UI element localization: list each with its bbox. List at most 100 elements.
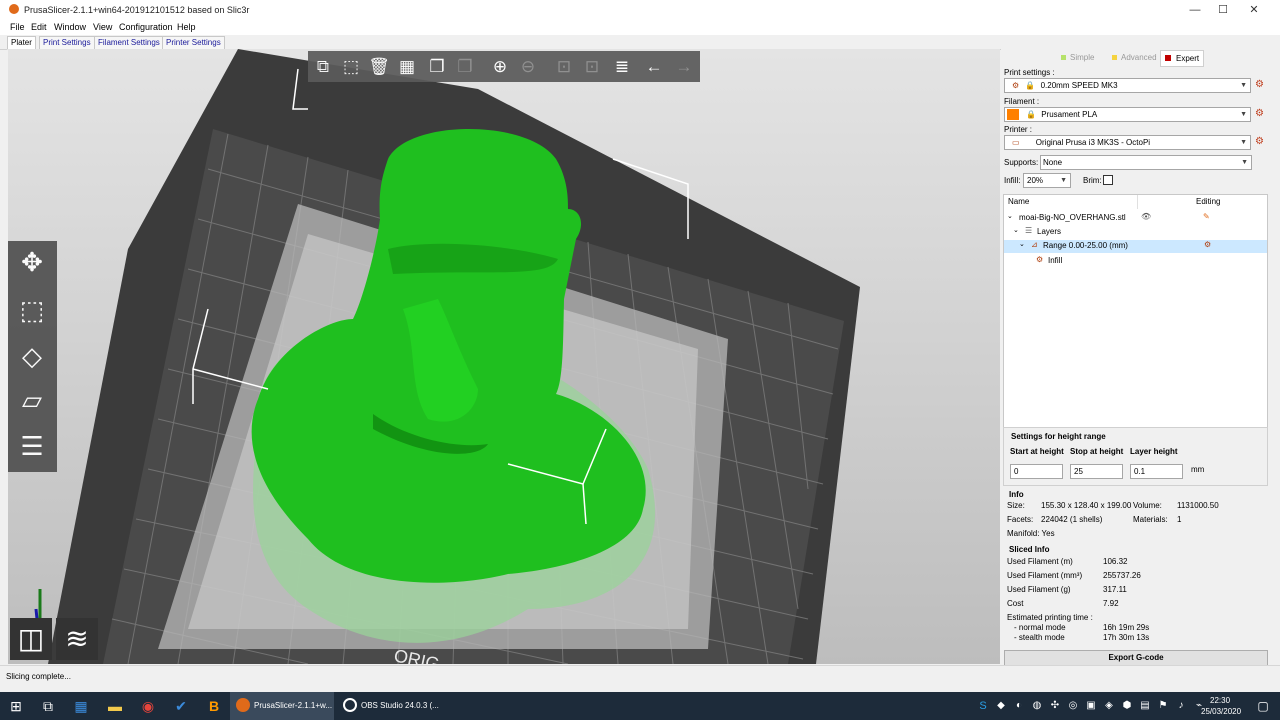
printer-gear-icon[interactable]: ⚙ [1255,137,1265,147]
close-button[interactable]: ✕ [1239,0,1269,20]
cost-value: 7.92 [1103,599,1119,608]
filament-g-value: 317.11 [1103,585,1127,594]
rotate-icon[interactable]: ◇ [13,337,51,375]
filament-m-label: Used Filament (m) [1007,557,1073,566]
obs-task-label: OBS Studio 24.0.3 (... [361,701,439,710]
chevron-down-icon[interactable]: ⌄ [1019,240,1025,248]
taskbar-obs[interactable]: OBS Studio 24.0.3 (... [337,692,441,720]
cost-label: Cost [1007,599,1024,608]
menu-bar: File Edit Window View Configuration Help [0,20,1280,35]
view-preview-icon[interactable]: ≋ [56,618,98,660]
layers-label: Layers [1037,227,1062,236]
materials-label: Materials: [1133,515,1168,524]
move-icon[interactable]: ✥ [13,243,51,281]
mode-advanced[interactable]: Advanced [1108,50,1161,65]
tree-row-infill[interactable]: ⚙ Infill [1004,255,1267,268]
range-settings-icon[interactable]: ⚙ [1204,240,1211,249]
tab-filament-settings[interactable]: Filament Settings [94,36,164,50]
obs-task-icon [343,698,357,712]
printer-combo[interactable]: ▭ Original Prusa i3 MK3S - OctoPi ▼ [1004,135,1251,150]
remove-instance-icon[interactable]: ⊖ [516,55,540,79]
tree-row-layers[interactable]: ⌄ ☰ Layers [1004,226,1267,239]
chevron-down-icon[interactable]: ⌄ [1007,212,1013,220]
notifications-icon[interactable]: ▢ [1252,696,1274,716]
mode-simple[interactable]: Simple [1057,50,1098,65]
menu-help[interactable]: Help [177,22,196,32]
start-height-input[interactable]: 0 [1010,464,1063,479]
minimize-button[interactable]: — [1180,0,1210,20]
filament-mm3-label: Used Filament (mm³) [1007,571,1083,580]
mode-advanced-label: Advanced [1121,53,1157,62]
stop-height-input[interactable]: 25 [1070,464,1123,479]
manifold-text: Manifold: Yes [1007,529,1055,538]
lock-icon: 🔒 [1025,81,1036,90]
eye-icon[interactable]: 👁 [1141,212,1151,221]
prusaslicer-task-label: PrusaSlicer-2.1.1+w... [254,701,333,710]
arrange-icon[interactable]: ▦ [395,55,419,79]
filament-combo[interactable]: 🔒 Prusament PLA ▼ [1004,107,1251,122]
taskbar-prusaslicer[interactable]: PrusaSlicer-2.1.1+w... [230,692,334,720]
delete-all-icon[interactable]: 🗑 [367,55,391,79]
tab-plater[interactable]: Plater [7,36,36,50]
split-objects-icon[interactable]: ⊡ [552,55,576,79]
tab-print-settings[interactable]: Print Settings [39,36,95,50]
view-3d-icon[interactable]: ◫ [10,618,52,660]
paste-icon[interactable]: ❐ [453,55,477,79]
tree-row-object[interactable]: ⌄ moai-Big-NO_OVERHANG.stl 👁 ✎ [1004,212,1267,225]
chevron-down-icon: ▼ [1240,82,1247,89]
layer-height-input[interactable]: 0.1 [1130,464,1183,479]
cut-icon[interactable]: ☰ [13,427,51,465]
object-list[interactable]: Name Editing ⌄ moai-Big-NO_OVERHANG.stl … [1003,194,1268,428]
layers-icon: ☰ [1025,226,1033,235]
printer-label: Printer : [1004,125,1033,134]
undo-icon[interactable]: ← [642,55,666,79]
export-gcode-button[interactable]: Export G-code [1004,650,1268,666]
chevron-down-icon[interactable]: ⌄ [1013,226,1019,234]
col-editing-header[interactable]: Editing [1196,197,1220,206]
calendar-app-icon[interactable]: ▦ [70,696,92,716]
object-name: moai-Big-NO_OVERHANG.stl [1019,213,1126,222]
tree-row-range[interactable]: ⌄ ⊿ Range 0.00-25.00 (mm) ⚙ [1004,240,1267,253]
maximize-button[interactable]: ☐ [1208,0,1238,20]
start-icon[interactable]: ⊞ [5,696,27,716]
clock-date[interactable]: 25/03/2020 [1201,707,1241,716]
menu-edit[interactable]: Edit [31,22,47,32]
file-explorer-icon[interactable]: ▬ [104,696,126,716]
add-instance-icon[interactable]: ⊕ [488,55,512,79]
menu-window[interactable]: Window [54,22,86,32]
supports-combo[interactable]: None ▼ [1040,155,1252,170]
task-view-icon[interactable]: ⧉ [37,696,59,716]
place-on-face-icon[interactable]: ▱ [13,381,51,419]
3d-viewport[interactable]: ORIG [8,49,1000,664]
scale-icon[interactable]: ⬚ [13,291,51,329]
edit-icon[interactable]: ✎ [1203,212,1210,221]
todo-icon[interactable]: ✔ [170,696,192,716]
menu-file[interactable]: File [10,22,25,32]
filament-gear-icon[interactable]: ⚙ [1255,109,1265,119]
chrome-icon[interactable]: ◉ [137,696,159,716]
add-icon[interactable]: ⧉ [311,55,335,79]
taskbar: ⊞ ⧉ ▦ ▬ ◉ ✔ B PrusaSlicer-2.1.1+w... OBS… [0,692,1280,720]
brim-checkbox[interactable] [1103,175,1113,185]
tab-printer-settings[interactable]: Printer Settings [162,36,225,50]
clock-time[interactable]: 22:30 [1210,696,1230,705]
col-name-header[interactable]: Name [1008,197,1029,206]
split-parts-icon[interactable]: ⊡ [580,55,604,79]
infill-combo[interactable]: 20% ▼ [1023,173,1071,188]
menu-configuration[interactable]: Configuration [119,22,173,32]
redo-icon[interactable]: → [672,55,696,79]
layer-height-label: Layer height [1130,447,1178,456]
normal-mode-label: - normal mode [1014,623,1066,632]
delete-icon[interactable]: ⬚ [339,55,363,79]
plater-toolbar: ⧉ ⬚ 🗑 ▦ ❐ ❐ ⊕ ⊖ ⊡ ⊡ ≣ ← → [308,51,700,82]
menu-view[interactable]: View [93,22,112,32]
print-profile-icon: ⚙ [1012,81,1020,90]
mode-expert[interactable]: Expert [1160,50,1205,67]
blender-app-icon[interactable]: B [203,696,225,716]
volume-label: Volume: [1133,501,1162,510]
copy-icon[interactable]: ❐ [425,55,449,79]
print-settings-gear-icon[interactable]: ⚙ [1255,80,1265,90]
print-settings-combo[interactable]: ⚙ 🔒 0.20mm SPEED MK3 ▼ [1004,78,1251,93]
scene-svg: ORIG [34,49,860,664]
layers-editing-icon[interactable]: ≣ [610,55,634,79]
